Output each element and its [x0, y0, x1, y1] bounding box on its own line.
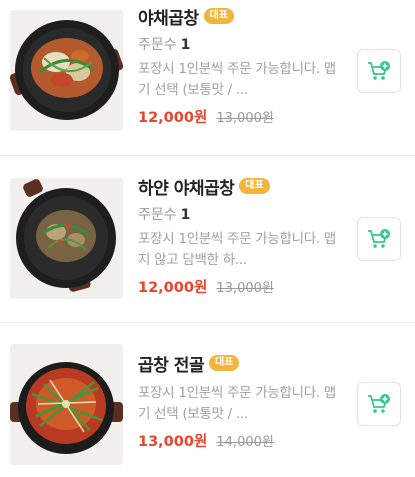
menu-item-title: 곱창 전골: [138, 355, 204, 376]
menu-item[interactable]: 곱창 전골 대표 포장시 1인분씩 주문 가능합니다. 맵기 선택 (보통맛 /…: [0, 323, 415, 477]
menu-item-title: 하얀 야채곱창: [138, 178, 235, 199]
signature-badge: 대표: [203, 8, 234, 24]
original-price: 13,000원: [216, 111, 274, 126]
order-count: 주문수 1: [138, 34, 338, 53]
price-row: 12,000원 13,000원: [138, 106, 338, 126]
original-price: 14,000원: [216, 435, 274, 450]
order-count-value: 1: [180, 207, 191, 223]
add-to-cart-icon: [368, 229, 390, 248]
stir-fried-tripe-pan-image: [10, 10, 123, 131]
white-tripe-pan-image: [10, 178, 123, 299]
title-row: 야채곱창 대표: [138, 4, 338, 29]
original-price: 13,000원: [216, 281, 274, 296]
add-to-cart-icon: [368, 394, 390, 413]
menu-item-info: 하얀 야채곱창 대표 주문수 1 포장시 1인분씩 주문 가능합니다. 맵지 않고…: [138, 174, 338, 296]
menu-item-info: 야채곱창 대표 주문수 1 포장시 1인분씩 주문 가능합니다. 맵기 선택 (보…: [138, 4, 338, 126]
title-row: 곱창 전골 대표: [138, 351, 338, 376]
price-row: 12,000원 13,000원: [138, 276, 338, 296]
menu-item-description: 포장시 1인분씩 주문 가능합니다. 맵지 않고 담백한 하...: [138, 231, 336, 268]
tripe-hotpot-image: [10, 344, 123, 465]
menu-item-description: 포장시 1인분씩 주문 가능합니다. 맵기 선택 (보통맛 / ...: [138, 61, 336, 98]
title-row: 하얀 야채곱창 대표: [138, 174, 338, 199]
menu-item[interactable]: 하얀 야채곱창 대표 주문수 1 포장시 1인분씩 주문 가능합니다. 맵지 않고…: [0, 156, 415, 322]
menu-item[interactable]: 야채곱창 대표 주문수 1 포장시 1인분씩 주문 가능합니다. 맵기 선택 (보…: [0, 0, 415, 156]
order-count: 주문수 1: [138, 204, 338, 223]
order-count-label: 주문수: [138, 37, 177, 53]
menu-item-title: 야채곱창: [138, 8, 199, 29]
sale-price: 12,000원: [138, 280, 208, 296]
sale-price: 12,000원: [138, 110, 208, 126]
add-to-cart-icon: [368, 61, 390, 80]
menu-item-info: 곱창 전골 대표 포장시 1인분씩 주문 가능합니다. 맵기 선택 (보통맛 /…: [138, 351, 338, 450]
order-count-label: 주문수: [138, 207, 177, 223]
add-to-cart-button[interactable]: [357, 217, 401, 261]
signature-badge: 대표: [239, 178, 270, 194]
add-to-cart-button[interactable]: [357, 49, 401, 93]
sale-price: 13,000원: [138, 434, 208, 450]
price-row: 13,000원 14,000원: [138, 430, 338, 450]
signature-badge: 대표: [208, 355, 240, 371]
menu-list: 야채곱창 대표 주문수 1 포장시 1인분씩 주문 가능합니다. 맵기 선택 (보…: [0, 0, 415, 477]
menu-item-description: 포장시 1인분씩 주문 가능합니다. 맵기 선택 (보통맛 / ...: [138, 385, 336, 422]
add-to-cart-button[interactable]: [357, 382, 401, 426]
order-count-value: 1: [180, 37, 191, 53]
